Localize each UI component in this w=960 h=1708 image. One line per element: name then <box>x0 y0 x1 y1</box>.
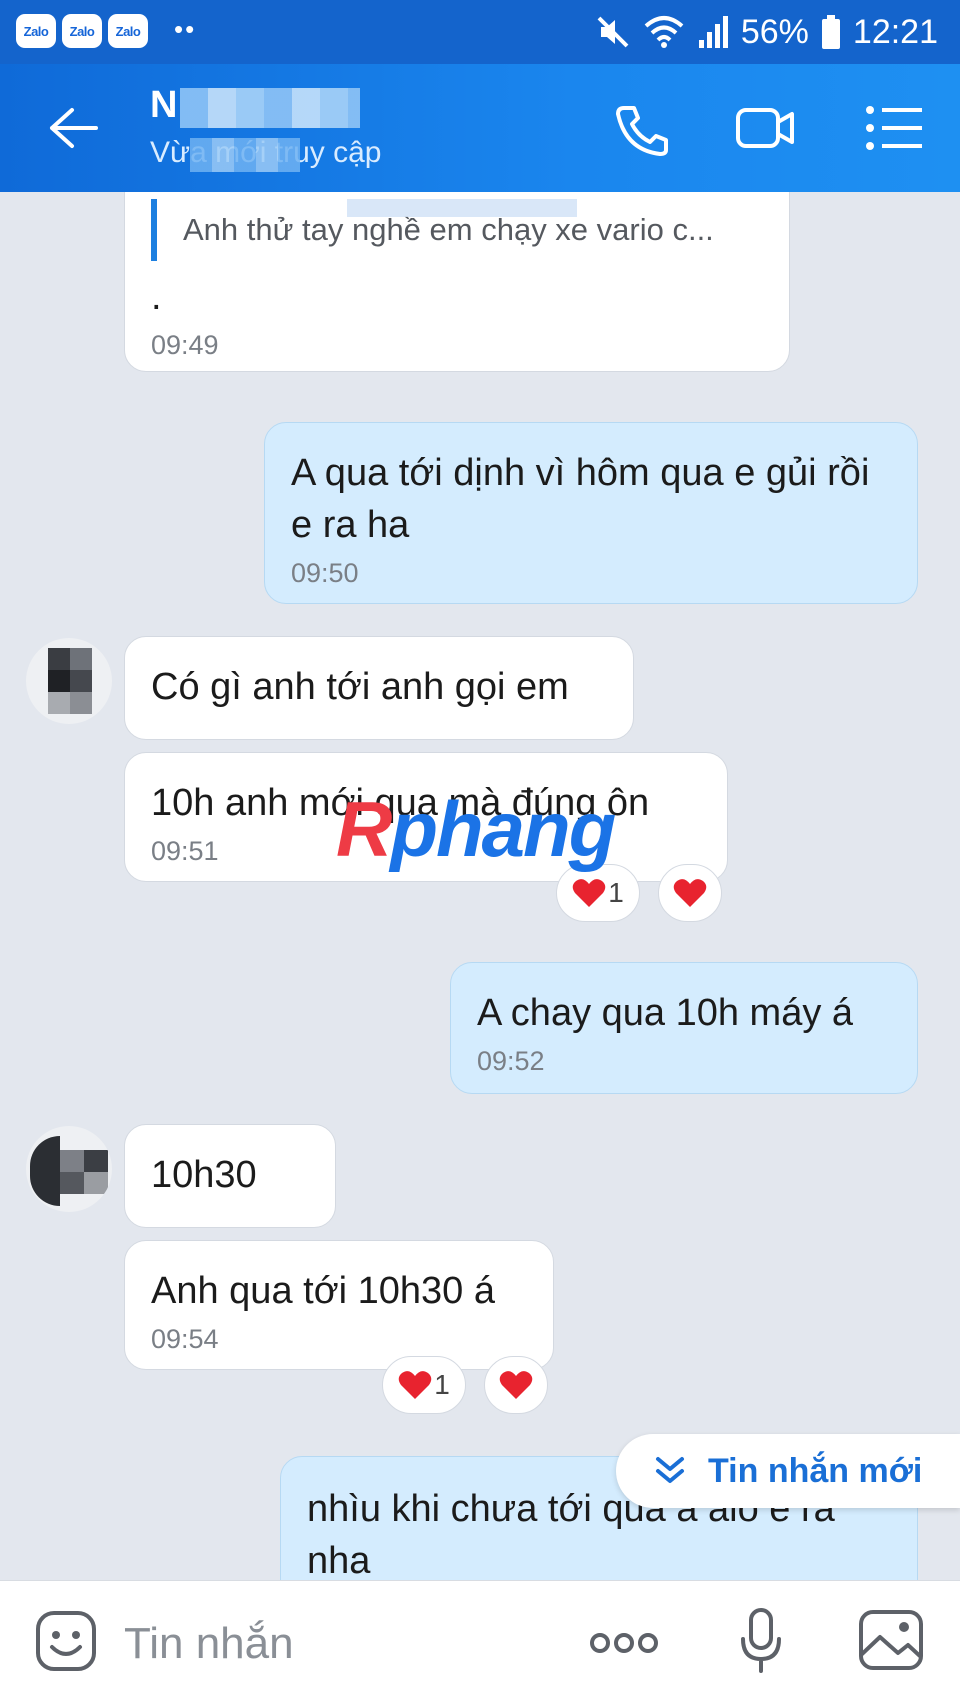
double-chevron-down-icon <box>656 1457 684 1483</box>
react-heart-button[interactable] <box>484 1356 548 1414</box>
more-options-icon[interactable] <box>588 1629 660 1657</box>
quoted-message[interactable]: Anh thử tay nghề em chạy xe vario c... <box>151 199 711 261</box>
menu-icon[interactable] <box>864 100 926 156</box>
battery-icon <box>821 15 840 49</box>
status-redaction <box>190 138 300 172</box>
quoted-text: Anh thử tay nghề em chạy xe vario c... <box>183 212 711 247</box>
watermark-part-b: phang <box>390 785 616 873</box>
message-bubble-received[interactable]: Anh qua tới 10h30 á 09:54 <box>124 1240 554 1370</box>
message-bubble-received[interactable]: Anh thử tay nghề em chạy xe vario c... .… <box>124 192 790 372</box>
zalo-notification-icon: Zalo <box>108 14 148 48</box>
react-heart-button[interactable] <box>658 864 722 922</box>
message-bubble-sent[interactable]: A qua tới dịnh vì hôm qua e gủi rồi e ra… <box>264 422 918 604</box>
mute-icon <box>597 16 629 48</box>
zalo-notification-icon: Zalo <box>62 14 102 48</box>
watermark-logo: Rphang <box>336 784 616 875</box>
back-arrow-icon[interactable] <box>44 104 100 152</box>
message-time: 09:49 <box>151 330 219 360</box>
message-bubble-received[interactable]: 10h30 <box>124 1124 336 1228</box>
quote-redaction <box>347 199 577 217</box>
message-composer: Tin nhắn <box>0 1580 960 1708</box>
message-time: 09:50 <box>291 558 359 588</box>
new-messages-button[interactable]: Tin nhắn mới <box>616 1434 960 1508</box>
new-messages-label: Tin nhắn mới <box>708 1451 923 1490</box>
signal-icon <box>698 16 728 48</box>
message-text: A chay qua 10h máy á <box>477 992 854 1034</box>
microphone-icon[interactable] <box>738 1607 784 1675</box>
heart-icon <box>572 879 606 907</box>
reaction-count: 1 <box>608 877 624 908</box>
message-input[interactable]: Tin nhắn <box>124 1619 294 1669</box>
clock: 12:21 <box>852 12 938 51</box>
heart-icon <box>398 1371 432 1399</box>
message-bubble-received[interactable]: Có gì anh tới anh gọi em <box>124 636 634 740</box>
message-time: 09:54 <box>151 1324 219 1354</box>
message-text: Anh qua tới 10h30 á <box>151 1270 495 1312</box>
message-list[interactable]: Anh thử tay nghề em chạy xe vario c... .… <box>0 192 960 1580</box>
message-bubble-sent[interactable]: A chay qua 10h máy á 09:52 <box>450 962 918 1094</box>
message-text: 10h30 <box>151 1154 257 1196</box>
sender-avatar[interactable] <box>26 1126 112 1212</box>
message-text: A qua tới dịnh vì hôm qua e gủi rồi e ra… <box>291 452 870 546</box>
chat-header: N Vừa mới truy cập <box>0 64 960 192</box>
video-call-icon[interactable] <box>734 100 796 156</box>
watermark-part-a: R <box>336 785 392 873</box>
message-text: . <box>151 276 162 318</box>
zalo-notification-icon: Zalo <box>16 14 56 48</box>
battery-percent: 56% <box>740 12 809 51</box>
more-notifications-indicator: •• <box>174 14 197 44</box>
sticker-icon[interactable] <box>34 1609 98 1673</box>
reaction-count: 1 <box>434 1369 450 1400</box>
heart-icon <box>499 1371 533 1399</box>
wifi-icon <box>644 16 684 48</box>
message-text: Có gì anh tới anh gọi em <box>151 666 569 708</box>
phone-icon[interactable] <box>610 100 672 156</box>
heart-icon <box>673 879 707 907</box>
reaction-summary[interactable]: 1 <box>382 1356 466 1414</box>
image-gallery-icon[interactable] <box>858 1609 924 1671</box>
message-time: 09:52 <box>477 1046 545 1076</box>
status-bar: Zalo Zalo Zalo •• 56% 12:21 <box>0 0 960 64</box>
sender-avatar[interactable] <box>26 638 112 724</box>
contact-name[interactable]: N <box>150 84 177 127</box>
name-redaction <box>180 88 360 128</box>
